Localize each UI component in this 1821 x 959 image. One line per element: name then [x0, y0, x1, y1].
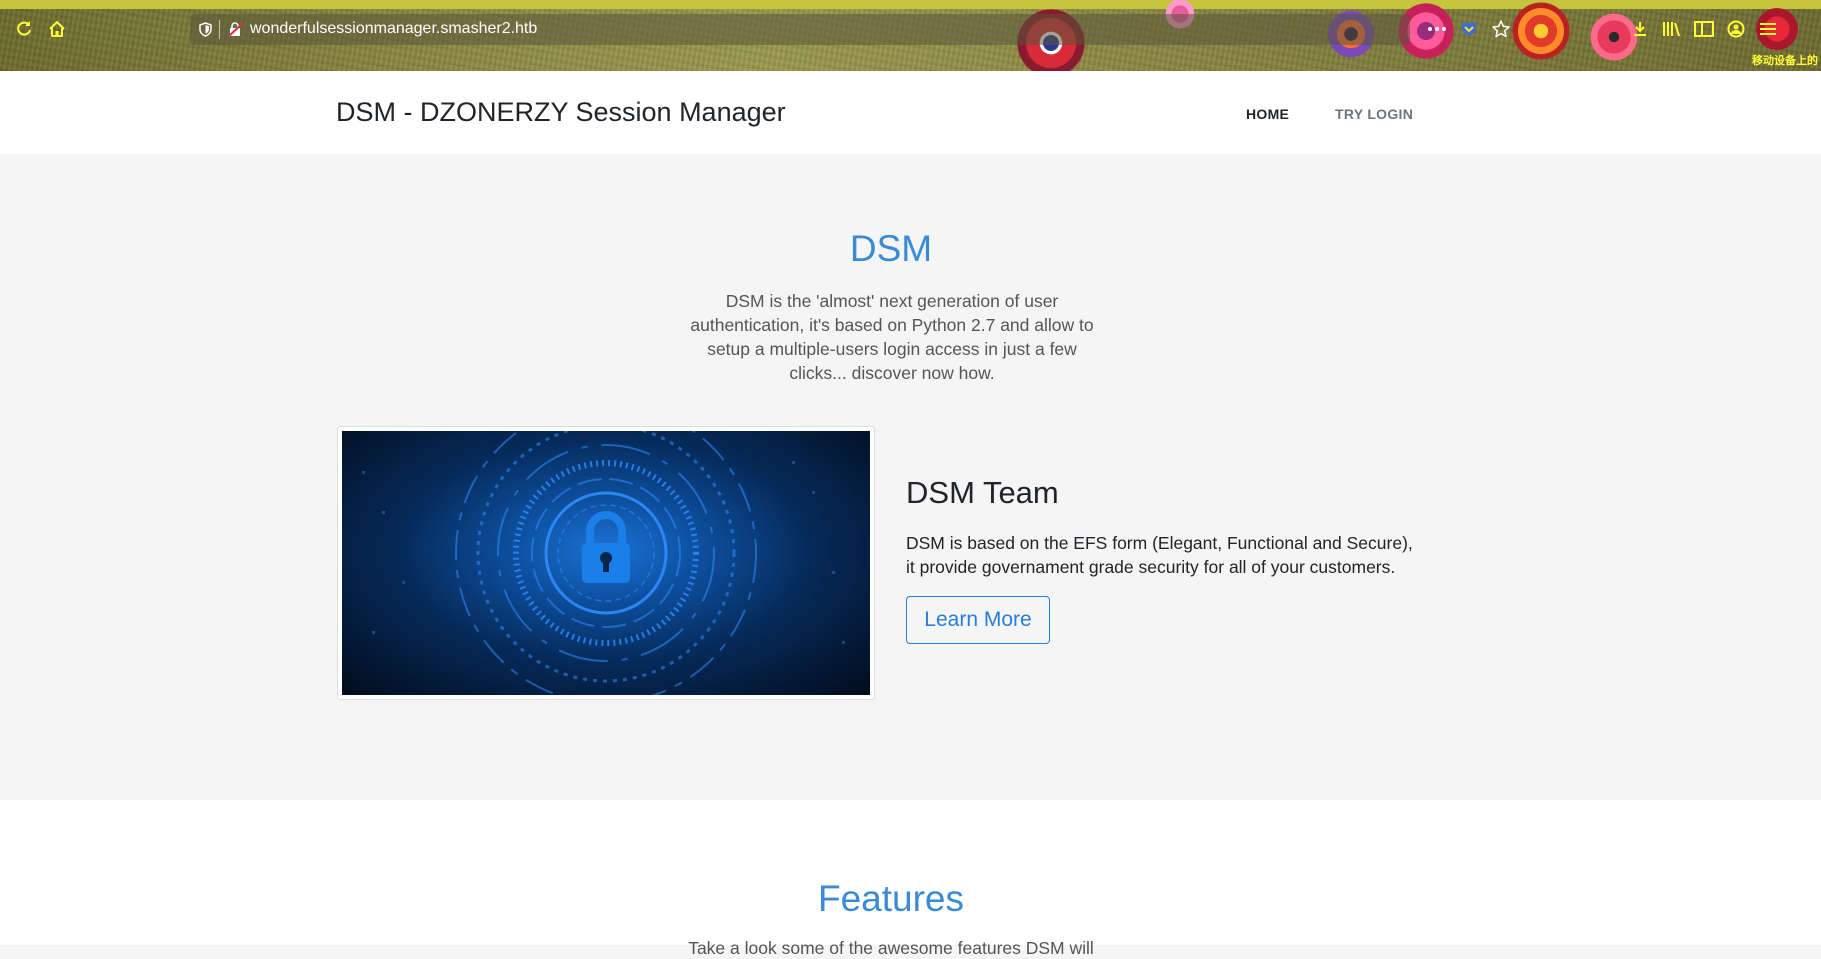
security-lock-image: [342, 431, 870, 695]
hero-section: DSM DSM is the 'almost' next generation …: [0, 154, 1821, 800]
account-icon: [1727, 20, 1745, 38]
toolbar-extensions: [1628, 17, 1788, 41]
insecure-lock-icon[interactable]: [228, 22, 243, 37]
site-brand[interactable]: DSM - DZONERZY Session Manager: [336, 97, 786, 128]
star-icon: [1492, 20, 1510, 38]
pocket-icon: [1462, 23, 1476, 35]
home-icon: [49, 21, 65, 37]
library-icon: [1663, 22, 1680, 37]
pocket-button[interactable]: [1457, 17, 1481, 41]
site-navbar: DSM - DZONERZY Session Manager HOME TRY …: [0, 71, 1821, 154]
team-title: DSM Team: [906, 475, 1059, 510]
reload-button[interactable]: [13, 18, 35, 40]
features-title: Features: [817, 878, 964, 919]
cyber-lock-illustration: [362, 431, 845, 695]
hamburger-icon: [1760, 23, 1776, 35]
tracking-shield-icon[interactable]: [199, 22, 212, 37]
url-text: wonderfulsessionmanager.smasher2.htb: [250, 20, 538, 37]
hero-title: DSM: [849, 228, 933, 269]
team-description: DSM is based on the EFS form (Elegant, F…: [906, 533, 1413, 577]
mobile-bookmarks-label[interactable]: 移动设备上的: [1752, 52, 1818, 68]
security-image-frame: [337, 426, 875, 700]
sidebar-button[interactable]: [1692, 17, 1716, 41]
bookmark-star-button[interactable]: [1489, 17, 1513, 41]
features-subtitle: Take a look some of the awesome features…: [688, 938, 1094, 958]
menu-button[interactable]: [1756, 17, 1780, 41]
learn-more-button[interactable]: Learn More: [906, 596, 1050, 644]
home-button[interactable]: [46, 18, 68, 40]
download-icon: [1634, 22, 1646, 36]
browser-toolbar: wonderfulsessionmanager.smasher2.htb 移动设…: [0, 0, 1821, 71]
nav-home-link[interactable]: HOME: [1246, 106, 1289, 122]
account-button[interactable]: [1724, 17, 1748, 41]
page-actions: [1425, 17, 1521, 41]
page-actions-button[interactable]: [1425, 17, 1449, 41]
more-dots-icon: [1428, 27, 1446, 31]
hero-description: DSM is the 'almost' next generation of u…: [690, 291, 1094, 383]
downloads-button[interactable]: [1628, 17, 1652, 41]
sidebar-icon: [1694, 21, 1714, 37]
library-button[interactable]: [1660, 17, 1684, 41]
nav-try-login-link[interactable]: TRY LOGIN: [1335, 106, 1413, 122]
features-section: Features Take a look some of the awesome…: [0, 800, 1821, 958]
url-bar[interactable]: wonderfulsessionmanager.smasher2.htb: [190, 14, 1410, 45]
reload-icon: [17, 21, 31, 36]
url-separator: [219, 20, 220, 39]
